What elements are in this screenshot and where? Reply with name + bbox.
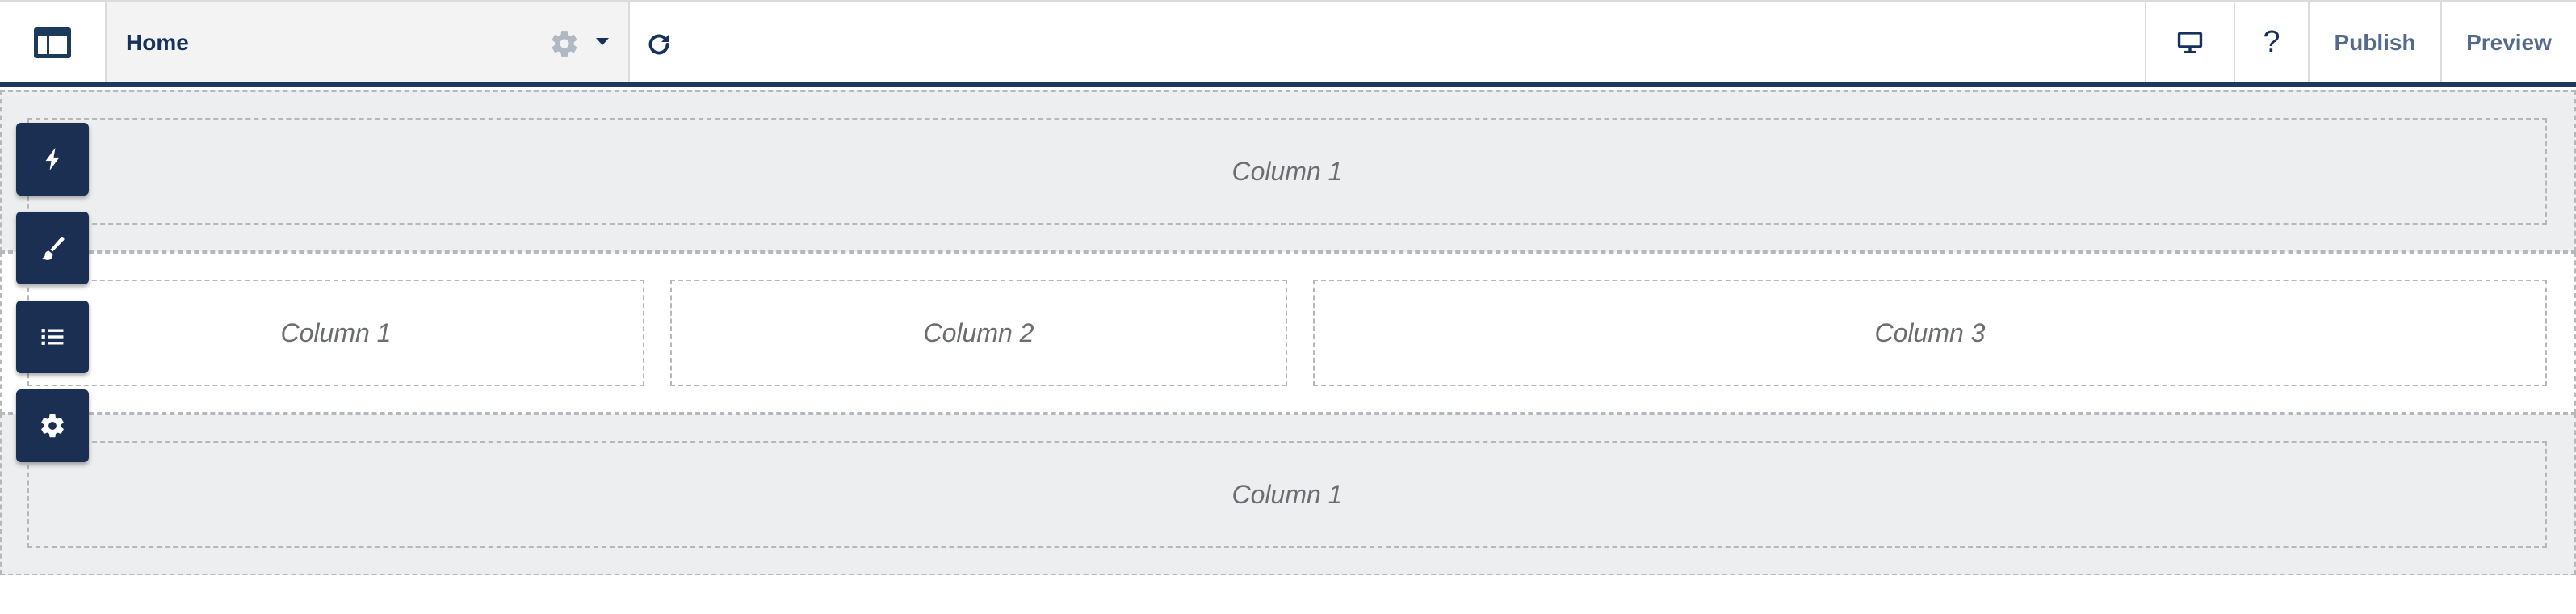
gear-icon: [41, 414, 64, 438]
column-drop-zone[interactable]: Column 3: [1313, 280, 2547, 386]
builder-toolbar: Home ? Publish Preview: [0, 0, 2576, 87]
page-section[interactable]: Column 1: [0, 90, 2576, 252]
app-menu-button[interactable]: [0, 2, 105, 82]
help-label: ?: [2263, 25, 2280, 59]
column-drop-zone[interactable]: Column 1: [27, 441, 2547, 548]
theme-button[interactable]: [16, 212, 89, 284]
page-structure-button[interactable]: [16, 301, 89, 373]
preview-button[interactable]: Preview: [2440, 2, 2576, 82]
column-label: Column 2: [923, 318, 1034, 347]
desktop-icon: [2177, 31, 2203, 53]
column-label: Column 1: [1231, 156, 1343, 186]
column-drop-zone[interactable]: Column 1: [27, 118, 2547, 225]
preview-label: Preview: [2466, 29, 2552, 55]
brush-icon: [42, 236, 65, 260]
page-name: Home: [126, 30, 189, 55]
publish-button[interactable]: Publish: [2308, 2, 2440, 82]
caret-down-icon[interactable]: [596, 38, 609, 45]
toolbar-actions: ? Publish Preview: [2145, 2, 2576, 82]
settings-button[interactable]: [16, 389, 89, 462]
list-icon: [41, 329, 64, 345]
column-drop-zone[interactable]: Column 2: [670, 280, 1287, 386]
page-selector[interactable]: Home: [105, 2, 630, 82]
publish-label: Publish: [2334, 29, 2416, 55]
gear-icon[interactable]: [549, 28, 580, 59]
column-label: Column 1: [1231, 479, 1343, 509]
help-button[interactable]: ?: [2234, 2, 2308, 82]
page-section[interactable]: Column 1: [0, 414, 2576, 575]
device-preview-button[interactable]: [2145, 2, 2234, 82]
column-drop-zone[interactable]: Column 1: [27, 280, 644, 386]
refresh-icon[interactable]: [644, 30, 673, 59]
layout-icon: [34, 27, 71, 58]
column-label: Column 1: [280, 318, 392, 347]
column-label: Column 3: [1874, 318, 1986, 347]
lightning-icon: [45, 147, 60, 171]
components-button[interactable]: [16, 123, 89, 196]
page-section[interactable]: Column 1 Column 2 Column 3: [0, 252, 2576, 414]
